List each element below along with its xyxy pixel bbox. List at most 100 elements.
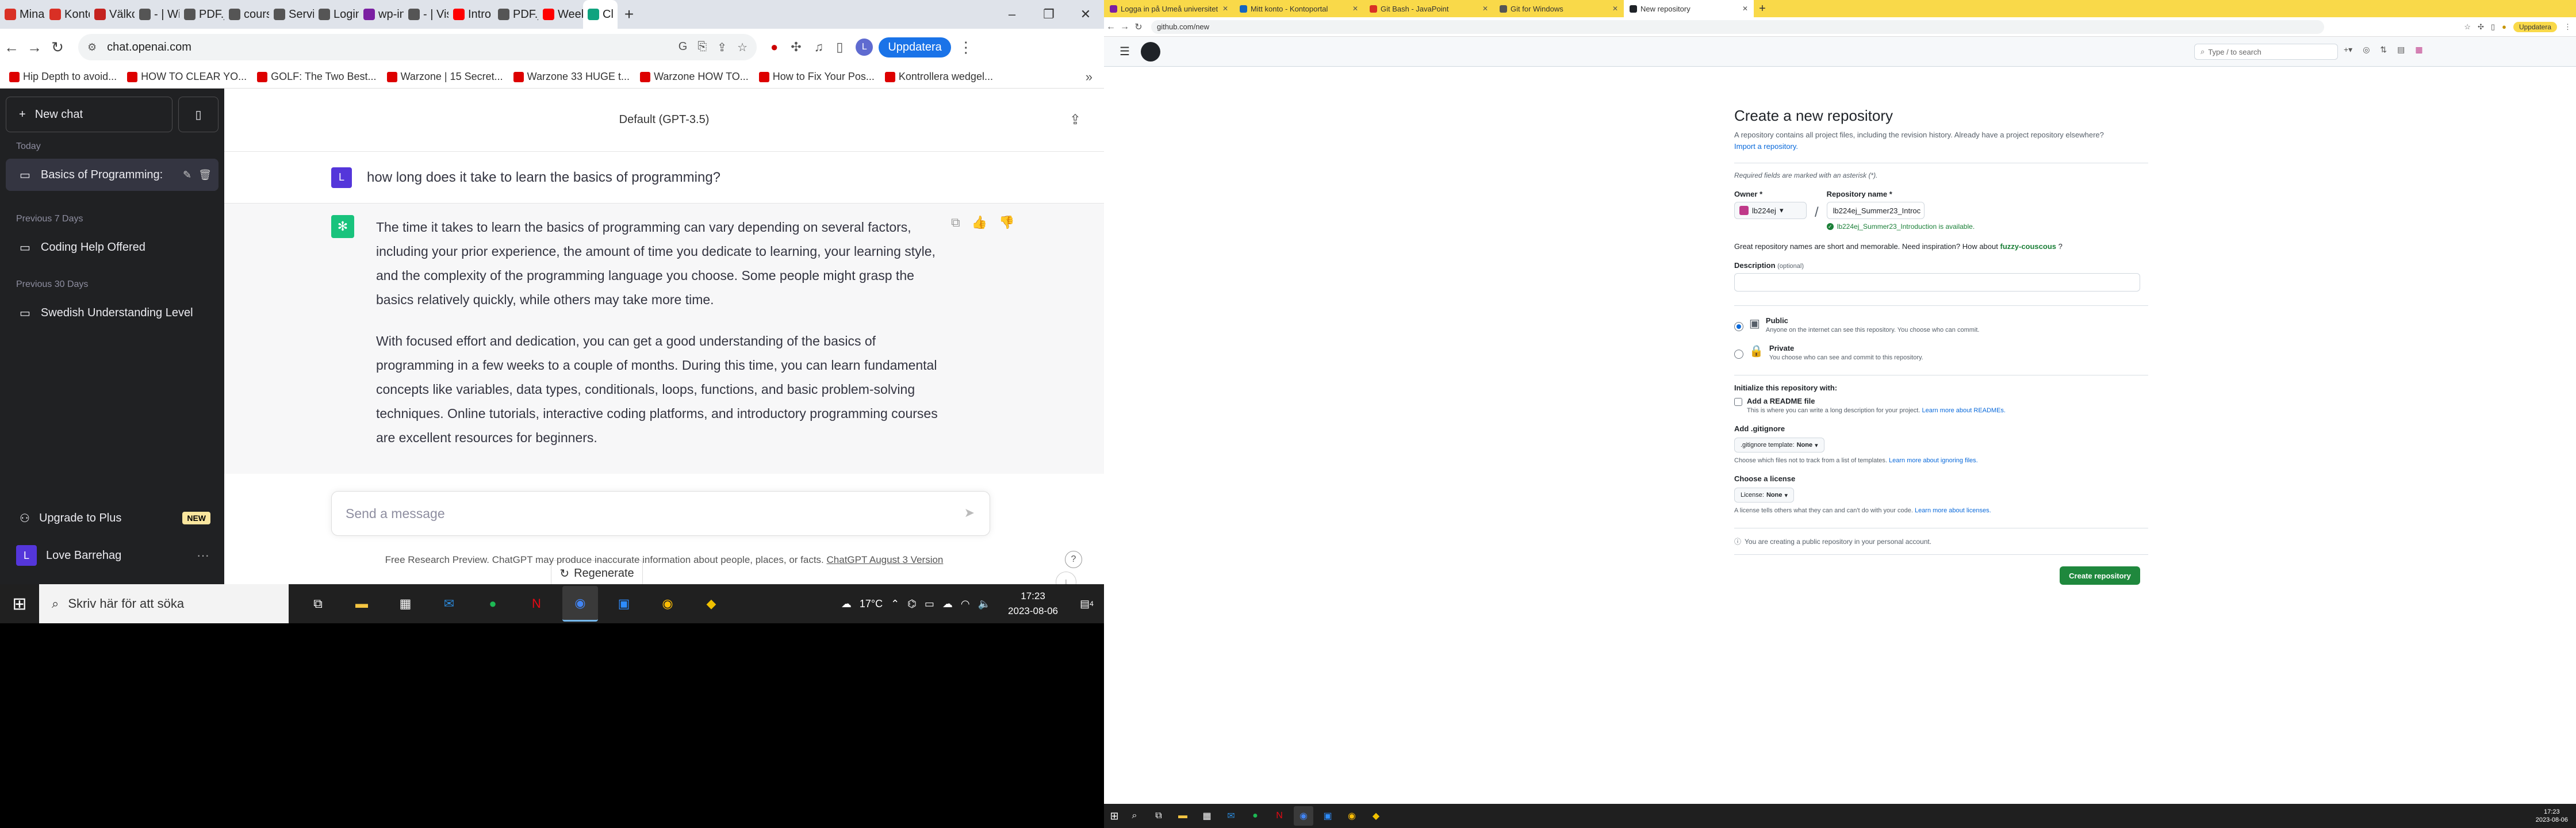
visibility-public-option[interactable]: ▣ Public Anyone on the internet can see …: [1734, 316, 2148, 334]
chat-history-item[interactable]: ▭ Swedish Understanding Level: [6, 297, 218, 329]
more-bookmarks-icon[interactable]: »: [1086, 70, 1092, 85]
clock[interactable]: 17:23 2023-08-06: [2536, 808, 2568, 824]
update-browser-button[interactable]: Uppdatera: [879, 37, 951, 57]
forward-icon[interactable]: →: [23, 39, 46, 56]
chrome-profile-icon[interactable]: ◉: [1342, 806, 1362, 826]
bookmark-item[interactable]: HOW TO CLEAR YO...: [127, 71, 247, 83]
file-explorer-icon[interactable]: ▬: [1173, 806, 1193, 826]
taskbar-search[interactable]: ⌕ Skriv här för att söka: [39, 584, 289, 623]
spotify-icon[interactable]: ●: [1245, 806, 1265, 826]
reload-icon[interactable]: ↻: [1132, 21, 1145, 33]
visibility-private-option[interactable]: 🔒 Private You choose who can see and com…: [1734, 344, 2148, 361]
issues-icon[interactable]: ◎: [2363, 45, 2370, 55]
netflix-icon[interactable]: N: [1270, 806, 1289, 826]
store-icon[interactable]: ▦: [1197, 806, 1217, 826]
task-view-icon[interactable]: ⧉: [1149, 806, 1168, 826]
close-tab-icon[interactable]: ✕: [1612, 5, 1618, 13]
version-link[interactable]: ChatGPT August 3 Version: [827, 554, 944, 565]
volume-icon[interactable]: 🔈: [978, 598, 991, 610]
avatar[interactable]: ▦: [2415, 45, 2422, 55]
mail-icon[interactable]: ✉: [431, 586, 467, 622]
chat-history-item[interactable]: ▭ Coding Help Offered: [6, 231, 218, 263]
upgrade-plus-button[interactable]: ⚇ Upgrade to Plus NEW: [6, 501, 218, 535]
new-tab-icon[interactable]: +: [1754, 2, 1771, 16]
side-panel-icon[interactable]: ▯: [2491, 22, 2495, 32]
zoom-icon[interactable]: ▣: [1318, 806, 1337, 826]
gitignore-select[interactable]: .gitignore template: None ▾: [1734, 438, 1824, 453]
reload-icon[interactable]: ↻: [46, 39, 69, 56]
spotify-icon[interactable]: ●: [475, 586, 511, 622]
chrome-icon[interactable]: ◉: [1294, 806, 1313, 826]
browser-tab[interactable]: - | Vis: [404, 0, 448, 29]
chevron-up-icon[interactable]: ⌃: [891, 598, 899, 610]
license-select[interactable]: License: None ▾: [1734, 488, 1795, 503]
public-radio[interactable]: [1734, 322, 1743, 331]
new-tab-icon[interactable]: +: [618, 5, 641, 24]
inbox-icon[interactable]: ▤: [2397, 45, 2405, 55]
close-tab-icon[interactable]: ✕: [1352, 5, 1358, 13]
browser-menu-icon[interactable]: ⋮: [954, 39, 977, 56]
copy-icon[interactable]: ⧉: [951, 215, 960, 230]
bookmark-item[interactable]: How to Fix Your Pos...: [758, 71, 875, 83]
browser-tab[interactable]: cours: [224, 0, 269, 29]
minimize-button[interactable]: –: [994, 0, 1030, 29]
description-input[interactable]: [1734, 273, 2140, 292]
browser-tab[interactable]: PDF.js: [179, 0, 224, 29]
close-tab-icon[interactable]: ✕: [1742, 5, 1748, 13]
suggested-name[interactable]: fuzzy-couscous: [2000, 242, 2056, 251]
create-repository-button[interactable]: Create repository: [2060, 566, 2140, 585]
browser-tab[interactable]: Git for Windows ✕: [1494, 0, 1624, 17]
bookmark-item[interactable]: Warzone 33 HUGE t...: [513, 71, 630, 83]
readme-checkbox[interactable]: [1734, 398, 1742, 406]
browser-tab[interactable]: - | Wi: [135, 0, 179, 29]
browser-tab[interactable]: Välko: [90, 0, 135, 29]
browser-menu-icon[interactable]: ⋮: [2564, 22, 2571, 32]
extensions-puzzle-icon[interactable]: ✣: [2478, 22, 2484, 32]
new-chat-button[interactable]: + New chat: [6, 97, 172, 132]
git-icon[interactable]: ◆: [1366, 806, 1386, 826]
more-icon[interactable]: ···: [197, 548, 209, 563]
bookmark-item[interactable]: Warzone | 15 Secret...: [386, 71, 503, 83]
google-icon[interactable]: G: [678, 40, 688, 55]
share-icon[interactable]: ⇪: [1070, 112, 1081, 128]
send-icon[interactable]: ➤: [964, 505, 975, 520]
owner-select[interactable]: lb224ej ▾: [1734, 202, 1807, 219]
mail-icon[interactable]: ✉: [1221, 806, 1241, 826]
browser-tab[interactable]: Mina: [0, 0, 45, 29]
browser-tab[interactable]: Login: [314, 0, 359, 29]
chrome-icon[interactable]: ◉: [562, 586, 598, 622]
browser-tab[interactable]: New repository ✕: [1624, 0, 1754, 17]
thumbs-down-icon[interactable]: 👎: [999, 215, 1014, 230]
help-icon[interactable]: ?: [1065, 551, 1082, 568]
browser-tab[interactable]: PDF.j: [493, 0, 538, 29]
cloud-icon[interactable]: ☁: [942, 598, 953, 610]
url-field[interactable]: github.com/new: [1151, 20, 2324, 34]
extensions-puzzle-icon[interactable]: ✣: [791, 40, 801, 55]
site-info-icon[interactable]: ⚙: [87, 41, 97, 53]
close-tab-icon[interactable]: ✕: [1222, 5, 1228, 13]
pull-requests-icon[interactable]: ⇅: [2380, 45, 2387, 55]
browser-tab[interactable]: Intro: [448, 0, 493, 29]
close-window-button[interactable]: ✕: [1067, 0, 1104, 29]
windows-start-icon[interactable]: ⊞: [1104, 810, 1125, 822]
private-radio[interactable]: [1734, 350, 1743, 359]
browser-tab[interactable]: Week: [538, 0, 583, 29]
side-panel-icon[interactable]: ▯: [836, 40, 843, 55]
github-logo-icon[interactable]: [1141, 41, 1160, 62]
browser-tab[interactable]: Git Bash - JavaPoint ✕: [1364, 0, 1494, 17]
netflix-icon[interactable]: N: [519, 586, 554, 622]
extension-red-icon[interactable]: ●: [770, 40, 778, 55]
share-icon[interactable]: ⇪: [717, 40, 727, 55]
search-icon[interactable]: ⌕: [1125, 806, 1144, 826]
message-input[interactable]: Send a message ➤: [331, 491, 990, 536]
network-icon[interactable]: ⌬: [907, 598, 917, 610]
store-icon[interactable]: ▦: [388, 586, 423, 622]
translate-icon[interactable]: ⎘: [697, 40, 707, 55]
readme-learn-link[interactable]: Learn more about READMEs.: [1922, 407, 2006, 414]
browser-tab[interactable]: Cl✕: [583, 0, 618, 29]
url-field[interactable]: ⚙ chat.openai.com G ⎘ ⇪ ☆: [78, 34, 757, 60]
chat-history-item[interactable]: ▭ Basics of Programming: ✎ 🗑: [6, 159, 218, 191]
bookmark-item[interactable]: Hip Depth to avoid...: [9, 71, 117, 83]
profile-avatar[interactable]: L: [856, 39, 873, 56]
edit-icon[interactable]: ✎: [183, 169, 191, 181]
